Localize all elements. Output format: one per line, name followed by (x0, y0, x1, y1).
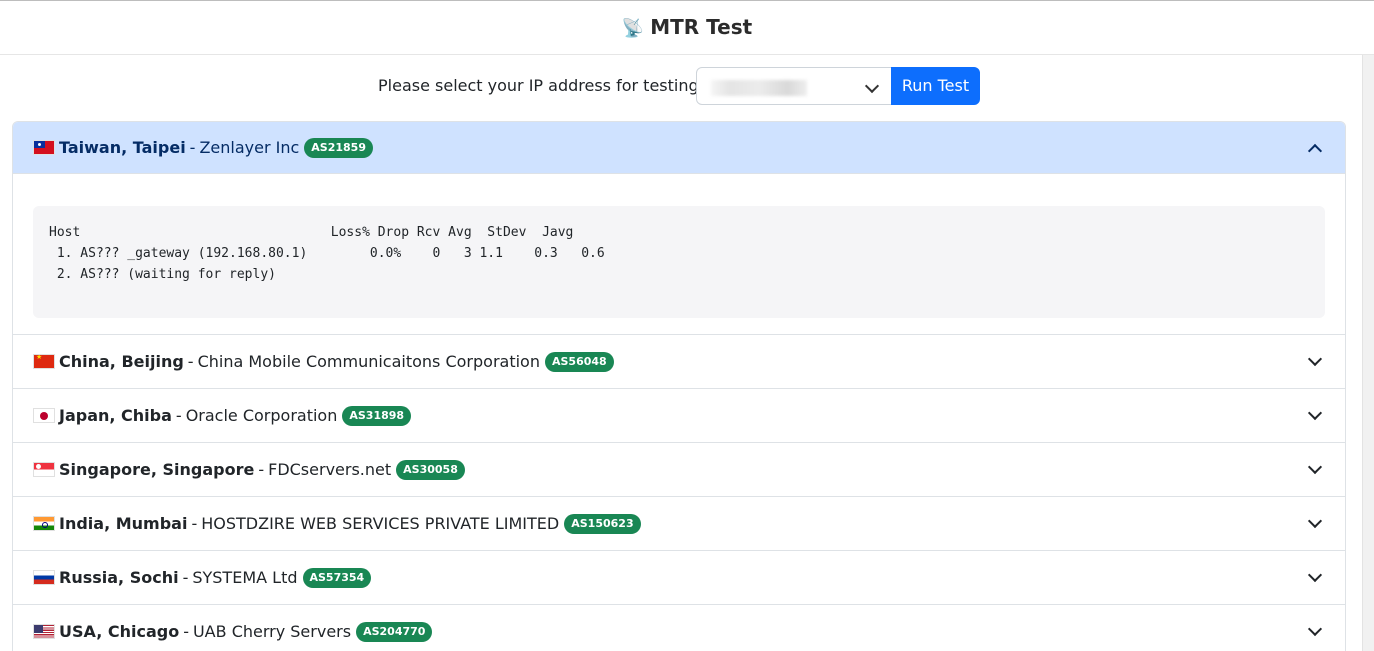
separator: - (191, 514, 198, 533)
asn-badge: AS204770 (356, 621, 433, 642)
chevron-down-icon (1307, 567, 1323, 583)
chevron-down-icon (1307, 351, 1323, 367)
page-title: 📡 MTR Test (0, 15, 1374, 39)
provider-name: Zenlayer Inc (199, 138, 300, 157)
asn-badge: AS57354 (302, 567, 372, 588)
location-name: India, Mumbai (59, 514, 188, 533)
accordion-header[interactable]: USA, Chicago - UAB Cherry Servers AS2047… (13, 605, 1345, 651)
location-accordion: Taiwan, Taipei - Zenlayer Inc AS21859 Ho… (12, 121, 1346, 651)
singapore-flag-icon (33, 462, 55, 477)
china-flag-icon (33, 354, 55, 369)
accordion-header[interactable]: Taiwan, Taipei - Zenlayer Inc AS21859 (13, 122, 1345, 174)
usa-flag-icon (33, 624, 55, 639)
accordion-item-usa-chicago: USA, Chicago - UAB Cherry Servers AS2047… (13, 605, 1345, 651)
run-test-button[interactable]: Run Test (891, 67, 980, 105)
taiwan-flag-icon (33, 140, 55, 155)
accordion-body: Host Loss% Drop Rcv Avg StDev Javg 1. AS… (13, 174, 1345, 334)
satellite-antenna-icon: 📡 (621, 18, 645, 39)
asn-badge: AS31898 (342, 405, 412, 426)
separator: - (187, 352, 194, 371)
asn-badge: AS150623 (564, 513, 641, 534)
page-title-text: MTR Test (650, 15, 753, 39)
asn-badge: AS30058 (396, 459, 465, 480)
accordion-item-taiwan-taipei: Taiwan, Taipei - Zenlayer Inc AS21859 Ho… (13, 122, 1345, 335)
accordion-item-russia-sochi: Russia, Sochi - SYSTEMA Ltd AS57354 (13, 551, 1345, 605)
chevron-down-icon (1307, 459, 1323, 475)
chevron-down-icon (1307, 513, 1323, 529)
chevron-down-icon (1307, 621, 1323, 637)
chevron-up-icon (1307, 143, 1323, 159)
mtr-output: Host Loss% Drop Rcv Avg StDev Javg 1. AS… (33, 206, 1325, 318)
russia-flag-icon (33, 570, 55, 585)
location-name: Singapore, Singapore (59, 460, 255, 479)
top-bar: 📡 MTR Test (0, 0, 1374, 55)
location-name: Japan, Chiba (59, 406, 172, 425)
location-name: USA, Chicago (59, 622, 180, 641)
accordion-item-india-mumbai: India, Mumbai - HOSTDZIRE WEB SERVICES P… (13, 497, 1345, 551)
separator: - (183, 622, 189, 641)
asn-badge: AS21859 (304, 137, 373, 158)
provider-name: China Mobile Communicaitons Corporation (197, 352, 540, 371)
accordion-item-china-beijing: China, Beijing - China Mobile Communicai… (13, 335, 1345, 389)
provider-name: UAB Cherry Servers (192, 622, 352, 641)
ip-address-select[interactable] (696, 67, 892, 105)
accordion-header[interactable]: Russia, Sochi - SYSTEMA Ltd AS57354 (13, 551, 1345, 604)
separator: - (175, 406, 182, 425)
ip-address-value-redacted (711, 80, 807, 96)
separator: - (258, 460, 265, 479)
accordion-header[interactable]: Singapore, Singapore - FDCservers.net AS… (13, 443, 1345, 496)
india-flag-icon (33, 516, 55, 531)
provider-name: Oracle Corporation (185, 406, 338, 425)
provider-name: HOSTDZIRE WEB SERVICES PRIVATE LIMITED (201, 514, 560, 533)
location-name: Russia, Sochi (59, 568, 179, 587)
scrollbar[interactable] (1362, 55, 1374, 651)
ip-select-label: Please select your IP address for testin… (378, 76, 704, 95)
accordion-header[interactable]: India, Mumbai - HOSTDZIRE WEB SERVICES P… (13, 497, 1345, 550)
provider-name: FDCservers.net (268, 460, 392, 479)
accordion-header[interactable]: Japan, Chiba - Oracle Corporation AS3189… (13, 389, 1345, 442)
ip-selection-row: Please select your IP address for testin… (0, 67, 1362, 105)
separator: - (182, 568, 189, 587)
separator: - (189, 138, 196, 157)
location-name: Taiwan, Taipei (59, 138, 186, 157)
chevron-down-icon (864, 78, 880, 94)
accordion-header[interactable]: China, Beijing - China Mobile Communicai… (13, 335, 1345, 388)
location-name: China, Beijing (59, 352, 184, 371)
accordion-item-japan-chiba: Japan, Chiba - Oracle Corporation AS3189… (13, 389, 1345, 443)
chevron-down-icon (1307, 405, 1323, 421)
provider-name: SYSTEMA Ltd (192, 568, 298, 587)
asn-badge: AS56048 (544, 351, 614, 372)
japan-flag-icon (33, 408, 55, 423)
accordion-item-singapore: Singapore, Singapore - FDCservers.net AS… (13, 443, 1345, 497)
